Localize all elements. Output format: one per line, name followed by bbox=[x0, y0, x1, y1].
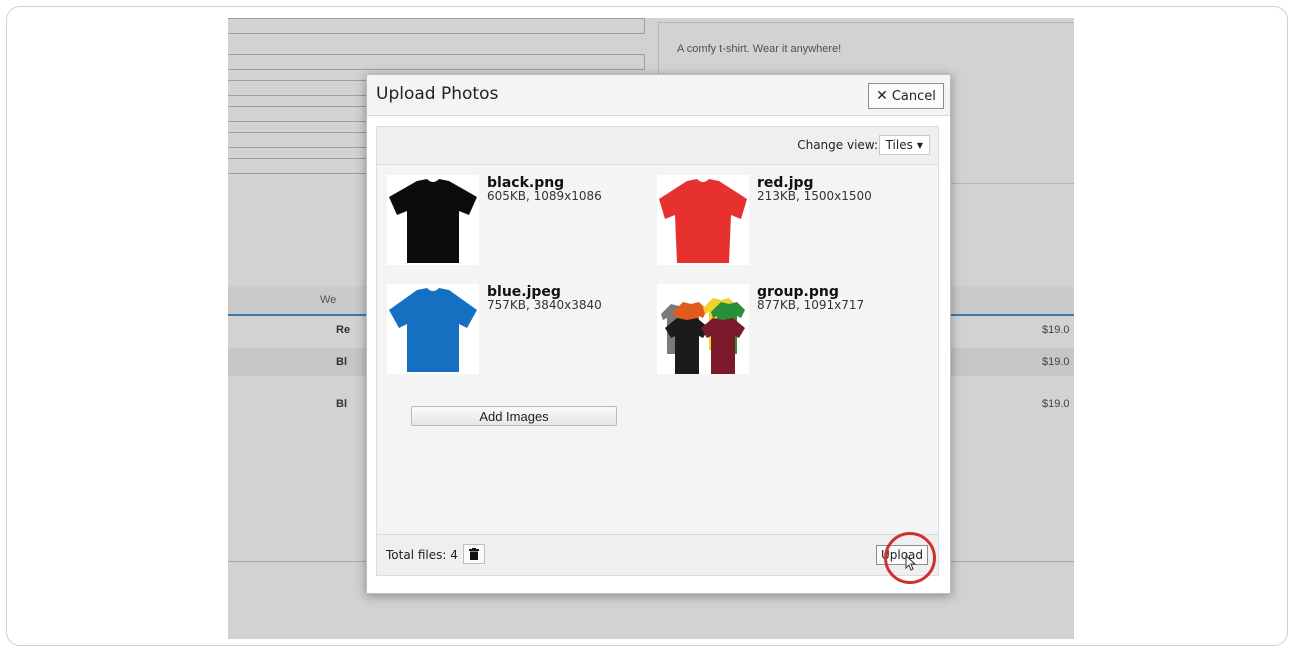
bg-row-price: $19.0 bbox=[1042, 398, 1070, 410]
bg-description-text: A comfy t-shirt. Wear it anywhere! bbox=[677, 43, 842, 55]
dialog-header: Upload Photos ✕ Cancel bbox=[367, 75, 950, 116]
shirt-thumbnail bbox=[387, 175, 479, 265]
file-info: 877KB, 1091x717 bbox=[757, 298, 865, 312]
file-tile[interactable]: blue.jpeg 757KB, 3840x3840 bbox=[387, 284, 647, 379]
bg-row-price: $19.0 bbox=[1042, 356, 1070, 368]
shirt-shape bbox=[389, 179, 477, 263]
trash-icon bbox=[469, 548, 479, 560]
bg-table-header-label: We bbox=[320, 294, 337, 306]
dialog-footer: Total files: 4 Upload bbox=[377, 534, 938, 575]
shirt-thumbnail bbox=[387, 284, 479, 374]
close-icon: ✕ bbox=[876, 88, 888, 104]
file-info: 605KB, 1089x1086 bbox=[487, 189, 602, 203]
file-info: 757KB, 3840x3840 bbox=[487, 298, 602, 312]
tshirt-group-icon bbox=[661, 298, 745, 374]
bg-input-field[interactable] bbox=[228, 18, 645, 34]
bg-row-name: Bl bbox=[336, 398, 347, 410]
cancel-button[interactable]: ✕ Cancel bbox=[868, 83, 944, 109]
view-select[interactable]: Tiles ▼ bbox=[878, 135, 930, 155]
add-images-button[interactable]: Add Images bbox=[411, 406, 617, 426]
chevron-down-icon: ▼ bbox=[916, 140, 923, 150]
file-tile[interactable]: red.jpg 213KB, 1500x1500 bbox=[657, 175, 917, 270]
dialog-title: Upload Photos bbox=[376, 84, 499, 104]
mouse-pointer-icon bbox=[905, 555, 917, 571]
tshirt-icon bbox=[389, 179, 477, 263]
file-info: 213KB, 1500x1500 bbox=[757, 189, 872, 203]
file-panel: Change view: Tiles ▼ black.png 605KB, 10… bbox=[376, 126, 939, 576]
bg-input-field[interactable] bbox=[228, 54, 645, 70]
tshirt-icon bbox=[659, 179, 747, 263]
shirt-shape bbox=[701, 318, 745, 374]
view-toolbar: Change view: Tiles ▼ bbox=[377, 127, 938, 165]
cancel-label: Cancel bbox=[891, 88, 936, 104]
shirt-group-thumbnail bbox=[657, 284, 749, 374]
shirt-shape bbox=[659, 179, 747, 263]
total-files-label: Total files: 4 bbox=[386, 548, 458, 562]
view-select-value: Tiles bbox=[885, 138, 913, 152]
file-tile[interactable]: black.png 605KB, 1089x1086 bbox=[387, 175, 647, 270]
clear-files-button[interactable] bbox=[463, 544, 485, 564]
change-view-label: Change view: bbox=[797, 138, 878, 152]
shirt-thumbnail bbox=[657, 175, 749, 265]
bg-row-name: Bl bbox=[336, 356, 347, 368]
bg-row-name: Re bbox=[336, 324, 351, 336]
shirt-shape bbox=[389, 288, 477, 372]
file-tile[interactable]: group.png 877KB, 1091x717 bbox=[657, 284, 917, 379]
upload-photos-dialog: Upload Photos ✕ Cancel Change view: Tile… bbox=[366, 74, 951, 594]
bg-row-price: $19.0 bbox=[1042, 324, 1070, 336]
tshirt-icon bbox=[389, 288, 477, 372]
